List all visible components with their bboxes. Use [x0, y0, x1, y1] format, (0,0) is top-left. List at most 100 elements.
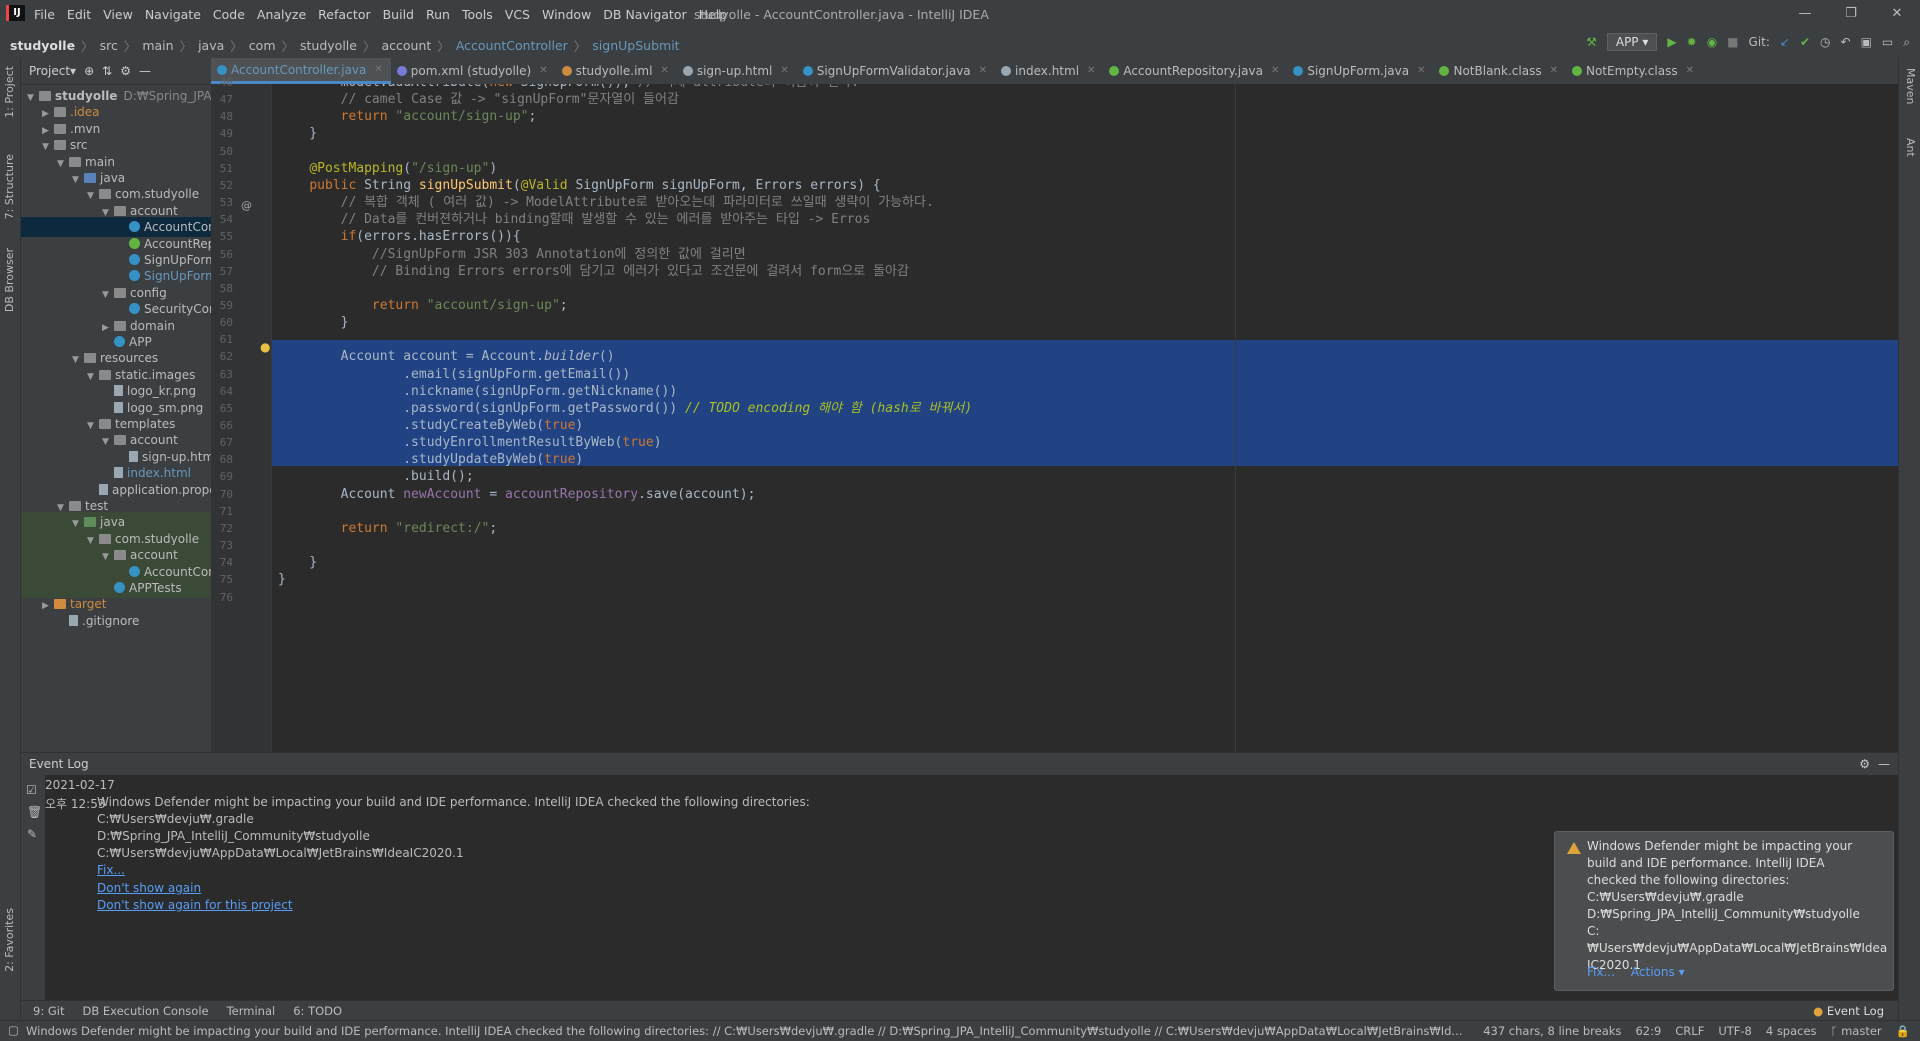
- close-tab-icon[interactable]: ✕: [780, 58, 788, 84]
- project-view-select[interactable]: Project▾: [29, 64, 76, 78]
- git-history-icon[interactable]: ◷: [1820, 35, 1830, 49]
- breadcrumb-item[interactable]: studyolle: [300, 38, 357, 53]
- git-rollback-icon[interactable]: ↶: [1841, 35, 1851, 49]
- editor-tab[interactable]: index.html ✕: [995, 58, 1103, 84]
- close-tab-icon[interactable]: ✕: [1087, 58, 1095, 84]
- settings-gear-icon[interactable]: ⚙: [120, 64, 131, 78]
- editor-tab[interactable]: SignUpForm.java ✕: [1287, 58, 1433, 84]
- intention-bulb-icon[interactable]: ●: [260, 340, 270, 354]
- git-commit-icon[interactable]: ✔: [1800, 35, 1810, 49]
- structure-tool-button[interactable]: 7: Structure: [3, 154, 16, 219]
- stop-icon[interactable]: ■: [1727, 35, 1738, 49]
- status-toggle-icon[interactable]: ▢: [8, 1023, 19, 1037]
- lock-icon[interactable]: 🔒: [1896, 1024, 1910, 1038]
- breadcrumb-item[interactable]: AccountController: [456, 38, 568, 53]
- db-execution-console-tab[interactable]: DB Execution Console: [82, 1004, 208, 1018]
- close-tab-icon[interactable]: ✕: [979, 58, 987, 84]
- editor-tab[interactable]: studyolle.iml ✕: [556, 58, 677, 84]
- collapse-all-icon[interactable]: ⇅: [102, 64, 112, 78]
- terminal-tab[interactable]: Terminal: [227, 1004, 276, 1018]
- menu-refactor[interactable]: Refactor: [318, 7, 370, 22]
- notification-fix-link[interactable]: Fix...: [1587, 965, 1615, 979]
- dont-show-again-project-link[interactable]: Don't show again for this project: [97, 898, 293, 912]
- menu-db-navigator[interactable]: DB Navigator: [603, 7, 686, 22]
- line-separator[interactable]: CRLF: [1675, 1024, 1704, 1038]
- close-tab-icon[interactable]: ✕: [660, 58, 668, 84]
- project-structure-icon[interactable]: ▣: [1861, 35, 1872, 49]
- file-encoding[interactable]: UTF-8: [1718, 1024, 1752, 1038]
- menu-code[interactable]: Code: [213, 7, 245, 22]
- code-editor[interactable]: model.addAttribute(new SignUpForm()); //…: [272, 84, 1898, 752]
- menu-edit[interactable]: Edit: [67, 7, 91, 22]
- menu-window[interactable]: Window: [542, 7, 591, 22]
- todo-tab[interactable]: 6: TODO: [293, 1004, 342, 1018]
- git-branch[interactable]: ᚴ master: [1831, 1024, 1882, 1038]
- locate-file-icon[interactable]: ⊕: [84, 64, 94, 78]
- project-tool-button[interactable]: 1: Project: [3, 66, 16, 118]
- caret-position[interactable]: 62:9: [1635, 1024, 1661, 1038]
- close-tab-icon[interactable]: ✕: [1271, 58, 1279, 84]
- favorites-tool-button[interactable]: 2: Favorites: [3, 908, 16, 972]
- close-tab-icon[interactable]: ✕: [1686, 58, 1694, 84]
- build-hammer-icon[interactable]: ⚒: [1586, 35, 1597, 49]
- mark-read-icon[interactable]: ☑: [26, 783, 37, 797]
- menu-file[interactable]: File: [34, 7, 55, 22]
- minimize-icon[interactable]: —: [1782, 0, 1828, 28]
- close-tab-icon[interactable]: ✕: [1417, 58, 1425, 84]
- coverage-icon[interactable]: ◉: [1707, 35, 1717, 49]
- breadcrumb-item[interactable]: account: [381, 38, 431, 53]
- breadcrumb-item[interactable]: studyolle: [10, 38, 75, 53]
- breadcrumb-item[interactable]: src: [100, 38, 118, 53]
- indent-setting[interactable]: 4 spaces: [1766, 1024, 1817, 1038]
- event-log-button[interactable]: ● Event Log: [1813, 1004, 1884, 1018]
- editor-tab[interactable]: NotBlank.class ✕: [1433, 58, 1566, 84]
- code-line[interactable]: Account newAccount = accountRepository.s…: [278, 484, 756, 505]
- close-tab-icon[interactable]: ✕: [539, 58, 547, 84]
- menu-tools[interactable]: Tools: [462, 7, 493, 22]
- breadcrumb-item[interactable]: java: [198, 38, 224, 53]
- breadcrumb-item[interactable]: signUpSubmit: [592, 38, 679, 53]
- git-tool-tab[interactable]: 9: Git: [33, 1004, 64, 1018]
- event-log-hide-icon[interactable]: —: [1878, 753, 1890, 775]
- fix-link[interactable]: Fix...: [97, 863, 125, 877]
- run-icon[interactable]: ▶: [1667, 35, 1676, 49]
- hide-panel-icon[interactable]: —: [139, 64, 151, 78]
- db-browser-tool-button[interactable]: DB Browser: [3, 248, 16, 312]
- git-update-icon[interactable]: ↙: [1780, 35, 1790, 49]
- menu-vcs[interactable]: VCS: [505, 7, 530, 22]
- menu-build[interactable]: Build: [383, 7, 414, 22]
- breadcrumb-item[interactable]: main: [142, 38, 173, 53]
- close-icon[interactable]: ✕: [1874, 0, 1920, 28]
- close-tab-icon[interactable]: ✕: [374, 57, 382, 83]
- maven-tool-button[interactable]: Maven: [1904, 68, 1917, 104]
- breadcrumb-item[interactable]: com: [249, 38, 276, 53]
- editor-tab[interactable]: SignUpFormValidator.java ✕: [797, 58, 995, 84]
- close-tab-icon[interactable]: ✕: [1550, 58, 1558, 84]
- clear-all-icon[interactable]: 🗑: [27, 805, 42, 819]
- code-line[interactable]: }: [278, 569, 286, 590]
- editor-tab[interactable]: sign-up.html ✕: [677, 58, 797, 84]
- override-marker-icon[interactable]: @: [241, 199, 252, 212]
- event-log-settings-icon[interactable]: ⚙: [1859, 753, 1870, 775]
- menu-view[interactable]: View: [103, 7, 133, 22]
- notification-actions-link[interactable]: Actions ▾: [1631, 965, 1685, 979]
- status-message[interactable]: Windows Defender might be impacting your…: [26, 1024, 1466, 1038]
- code-line[interactable]: return "redirect:/";: [278, 518, 498, 539]
- menu-navigate[interactable]: Navigate: [145, 7, 201, 22]
- wrench-icon[interactable]: ✎: [27, 827, 37, 841]
- dont-show-again-link[interactable]: Don't show again: [97, 881, 201, 895]
- editor-tab[interactable]: AccountRepository.java ✕: [1103, 58, 1287, 84]
- menu-analyze[interactable]: Analyze: [257, 7, 306, 22]
- code-line[interactable]: }: [278, 312, 349, 333]
- editor-tab[interactable]: AccountController.java ✕: [211, 58, 391, 84]
- editor-tab[interactable]: pom.xml (studyolle) ✕: [391, 58, 556, 84]
- restore-icon[interactable]: ❐: [1828, 0, 1874, 28]
- search-everywhere-icon[interactable]: ⌕: [1903, 35, 1910, 50]
- run-configuration-select[interactable]: APP ▾: [1606, 33, 1658, 51]
- ant-tool-button[interactable]: Ant: [1904, 138, 1917, 157]
- debug-icon[interactable]: ✹: [1687, 35, 1697, 49]
- code-line[interactable]: // Binding Errors errors에 담기고 에러가 있다고 조건…: [278, 261, 909, 282]
- code-line[interactable]: }: [278, 123, 317, 144]
- menu-run[interactable]: Run: [426, 7, 450, 22]
- editor-tab[interactable]: NotEmpty.class ✕: [1566, 58, 1702, 84]
